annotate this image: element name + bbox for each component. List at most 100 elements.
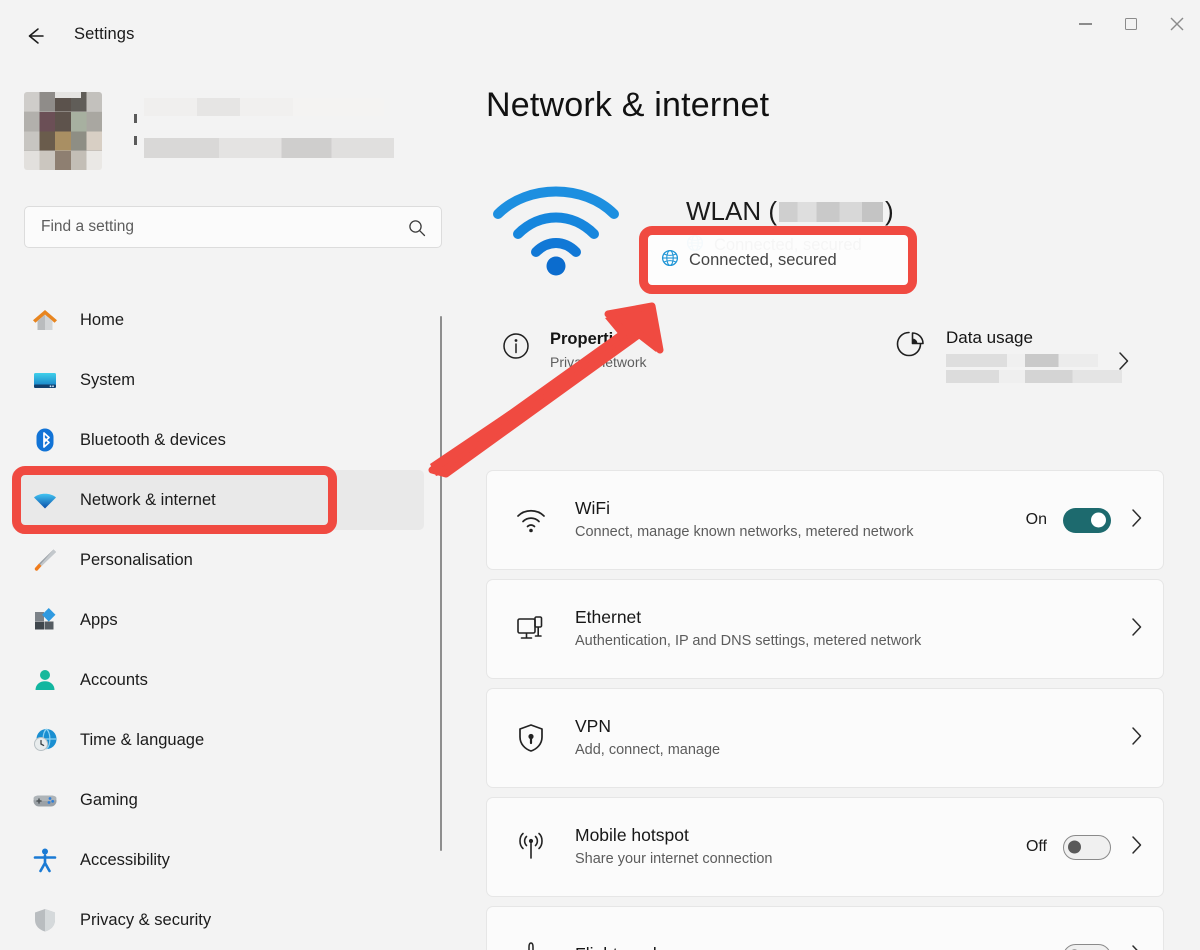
card-mobile-hotspot[interactable]: Mobile hotspot Share your internet conne… [486,797,1164,897]
accessibility-person-icon [30,845,60,875]
card-flight-mode[interactable]: Flight mode [486,906,1164,950]
name-blur-line-2 [144,118,344,138]
sidebar-item-system[interactable]: System [12,350,424,410]
wifi-icon [513,505,549,535]
card-title: VPN [575,715,611,736]
card-title: Ethernet [575,606,642,627]
page-title: Network & internet [486,86,770,124]
settings-cards: WiFi Connect, manage known networks, met… [486,470,1164,950]
properties-subtitle: Private network [550,354,647,370]
sidebar-item-label: Accessibility [80,850,170,869]
sidebar-item-apps[interactable]: Apps [12,590,424,650]
chevron-right-icon [1129,834,1145,861]
data-usage-title: Data usage [946,328,1033,347]
network-hero: WLAN ( ) Connected, secured [486,172,1176,282]
data-usage-link[interactable]: Data usage [894,328,1129,383]
avatar-notch [55,92,81,98]
vpn-shield-lock-icon [513,722,549,754]
ethernet-icon [513,614,549,644]
sidebar-item-label: Accounts [80,670,148,689]
airplane-icon [513,941,549,950]
name-blur-line-3 [144,138,394,158]
minimize-button[interactable] [1062,0,1108,48]
network-wifi-icon [30,485,60,515]
title-bar: Settings [0,0,1200,68]
name-tick-2 [134,136,137,145]
toggle-knob [1091,512,1106,528]
close-button[interactable] [1154,0,1200,48]
hotspot-toggle-label: Off [1025,838,1047,855]
main-content: Network & internet WLAN ( ) Connected, s… [460,68,1200,950]
sidebar-item-label: Gaming [80,790,138,809]
avatar [24,92,102,170]
minimize-icon [1078,23,1092,25]
properties-link[interactable]: Properties Private network [500,330,646,372]
sidebar-item-gaming[interactable]: Gaming [12,770,424,830]
sidebar-item-label: Home [80,310,125,329]
sidebar-item-accessibility[interactable]: Accessibility [12,830,424,890]
card-wifi[interactable]: WiFi Connect, manage known networks, met… [486,470,1164,570]
card-title: WiFi [575,497,610,518]
hotspot-broadcast-icon [513,832,549,862]
close-icon [1170,17,1184,31]
bluetooth-icon [30,425,60,455]
paintbrush-icon [30,545,60,575]
name-tick-1 [134,114,137,123]
card-subtitle: Add, connect, manage [575,741,721,758]
sidebar-item-label: Time & language [80,730,205,749]
sidebar-item-bluetooth-devices[interactable]: Bluetooth & devices [12,410,424,470]
chevron-right-icon [1129,616,1145,643]
wifi-signal-icon [486,178,626,283]
hotspot-toggle[interactable] [1063,834,1111,860]
toggle-knob [1068,840,1081,854]
account-row[interactable] [24,90,394,170]
window-controls [1062,0,1200,48]
connection-status-text: Connected, secured [714,236,862,254]
card-title: Flight mode [575,944,1063,950]
card-vpn[interactable]: VPN Add, connect, manage [486,688,1164,788]
system-icon [30,365,60,395]
accounts-person-icon [30,665,60,695]
chevron-right-icon [1116,350,1132,377]
connection-status: Connected, secured [686,234,862,257]
card-subtitle: Authentication, IP and DNS settings, met… [575,632,922,649]
sidebar-item-time-language[interactable]: Time & language [12,710,424,770]
ssid-prefix: WLAN ( [686,196,777,226]
sidebar-item-label: Network & internet [80,490,216,509]
sidebar: Home [0,68,460,950]
card-ethernet[interactable]: Ethernet Authentication, IP and DNS sett… [486,579,1164,679]
wifi-toggle[interactable] [1063,507,1111,533]
sidebar-item-accounts[interactable]: Accounts [12,650,424,710]
chevron-right-icon [1129,943,1145,950]
apps-icon [30,605,60,635]
home-icon [30,305,60,335]
wifi-toggle-label: On [1025,511,1047,528]
ssid-suffix: ) [885,196,894,226]
pie-chart-icon [894,328,928,367]
sidebar-item-label: Personalisation [80,550,193,569]
back-button[interactable] [18,19,52,53]
card-subtitle: Connect, manage known networks, metered … [575,523,914,540]
maximize-button[interactable] [1108,0,1154,48]
sidebar-item-network-internet[interactable]: Network & internet [12,470,424,530]
flight-mode-toggle[interactable] [1063,943,1111,950]
name-blur-line-1 [144,98,384,116]
account-name-redacted [134,96,394,164]
search-icon [407,218,427,243]
card-title: Mobile hotspot [575,824,689,845]
sidebar-nav: Home System Bluetooth & devices Network … [0,290,442,950]
sidebar-item-home[interactable]: Home [12,290,424,350]
data-usage-value-redacted [946,354,1098,367]
sidebar-scrollbar[interactable] [440,316,442,851]
gamepad-icon [30,785,60,815]
info-circle-icon [500,330,532,367]
search-box[interactable] [24,206,442,248]
properties-title: Properties [550,330,632,348]
search-input[interactable] [41,218,381,236]
chevron-right-icon [1129,507,1145,534]
sidebar-item-personalisation[interactable]: Personalisation [12,530,424,590]
sidebar-item-label: Bluetooth & devices [80,430,226,449]
sidebar-item-label: System [80,370,136,389]
sidebar-item-privacy-security[interactable]: Privacy & security [12,890,424,950]
clock-globe-icon [30,725,60,755]
